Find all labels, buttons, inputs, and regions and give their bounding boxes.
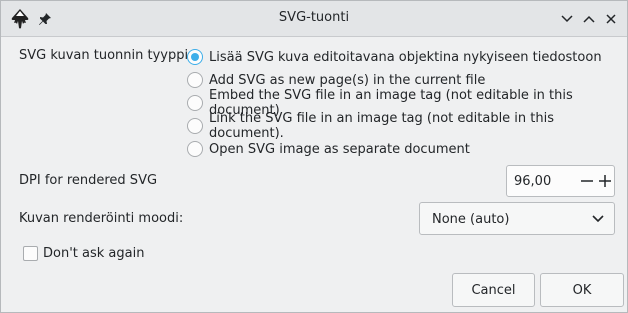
maximize-button[interactable] [579,9,599,29]
import-type-label: SVG kuvan tuonnin tyyppi: [19,48,193,63]
radio-button-selected[interactable] [187,49,203,65]
dont-ask-again-checkbox[interactable] [23,245,38,261]
plus-icon [599,175,611,187]
radio-button[interactable] [187,95,203,111]
svg-import-dialog: SVG-tuonti SVG kuvan tuonnin tyyppi: Lis… [0,0,628,313]
radio-option-label: Link the SVG file in an image tag (not e… [209,111,555,141]
dont-ask-again-label: Don't ask again [43,245,145,261]
ok-button[interactable]: OK [540,273,624,307]
radio-option-new-pages[interactable]: Add SVG as new page(s) in the current fi… [187,70,485,90]
radio-button[interactable] [187,72,203,88]
radio-option-embed-image[interactable]: Embed the SVG file in an image tag (not … [187,88,627,118]
chevron-down-icon [561,15,573,23]
render-mode-value: None (auto) [432,212,510,227]
radio-option-separate-document[interactable]: Open SVG image as separate document [187,139,470,159]
minimize-button[interactable] [557,9,577,29]
radio-option-link-image[interactable]: Link the SVG file in an image tag (not e… [187,111,627,141]
minus-icon [581,180,593,182]
dpi-value[interactable]: 96,00 [514,174,551,189]
chevron-down-icon [592,215,604,223]
increment-button[interactable] [595,170,615,192]
close-button[interactable] [601,9,621,29]
radio-button[interactable] [187,118,203,134]
radio-button[interactable] [187,141,203,157]
radio-option-embed-editable[interactable]: Lisää SVG kuva editoitavana objektina ny… [187,47,602,67]
title-bar[interactable]: SVG-tuonti [1,1,627,37]
render-mode-label: Kuvan renderöinti moodi: [19,211,184,226]
close-icon [606,14,616,24]
window-title: SVG-tuonti [278,10,350,25]
radio-option-label: Lisää SVG kuva editoitavana objektina ny… [209,49,602,65]
render-mode-dropdown[interactable]: None (auto) [419,202,615,235]
dpi-spinbox[interactable]: 96,00 [506,165,615,197]
cancel-button[interactable]: Cancel [452,273,535,307]
radio-option-label: Add SVG as new page(s) in the current fi… [209,72,486,88]
chevron-up-icon [583,15,595,23]
decrement-button[interactable] [577,170,597,192]
dont-ask-again-checkbox-row[interactable]: Don't ask again [23,244,144,262]
radio-option-label: Open SVG image as separate document [209,141,470,157]
dpi-label: DPI for rendered SVG [19,173,158,188]
